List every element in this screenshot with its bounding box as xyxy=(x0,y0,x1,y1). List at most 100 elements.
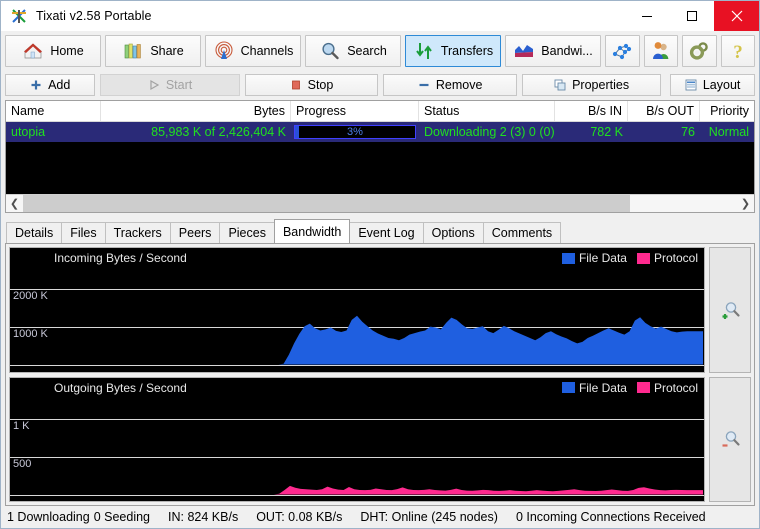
cell-bs-out: 76 xyxy=(628,122,700,142)
column-header-priority[interactable]: Priority xyxy=(700,101,754,121)
toolbar-label-bandwidth: Bandwi... xyxy=(541,44,592,58)
layout-icon xyxy=(685,79,697,91)
toolbar-button-search[interactable]: Search xyxy=(305,35,401,67)
gears-icon xyxy=(688,40,710,62)
column-header-bs-in[interactable]: B/s IN xyxy=(555,101,628,121)
properties-button[interactable]: Properties xyxy=(522,74,661,96)
incoming-zoom-button[interactable] xyxy=(709,247,751,373)
table-row[interactable]: utopia 85,983 K of 2,426,404 K 3% Downlo… xyxy=(6,122,754,142)
status-incoming: 0 Incoming Connections Received xyxy=(516,510,710,524)
legend-item-protocol: Protocol xyxy=(637,251,698,265)
bandwidth-pane: Incoming Bytes / Second File Data Protoc… xyxy=(5,243,755,506)
incoming-ytick-1000k: 1000 K xyxy=(13,328,48,340)
legend-swatch-file-data xyxy=(562,382,575,393)
tab-pieces[interactable]: Pieces xyxy=(219,222,275,243)
tab-trackers[interactable]: Trackers xyxy=(105,222,171,243)
status-in-rate: IN: 824 KB/s xyxy=(168,510,242,524)
toolbar-label-home: Home xyxy=(50,44,83,58)
toolbar-button-share[interactable]: Share xyxy=(105,35,201,67)
network-nodes-icon xyxy=(611,40,633,62)
outgoing-chart: Outgoing Bytes / Second File Data Protoc… xyxy=(9,377,705,503)
toolbar-button-users[interactable] xyxy=(644,35,679,67)
transfer-list-hscrollbar[interactable]: ❮ ❯ xyxy=(6,194,754,212)
stop-square-icon xyxy=(290,79,302,91)
outgoing-ytick-500: 500 xyxy=(13,458,31,470)
status-dht: DHT: Online (245 nodes) xyxy=(360,510,502,524)
minimize-icon xyxy=(641,10,653,22)
hscrollbar-track[interactable] xyxy=(23,195,737,212)
maximize-button[interactable] xyxy=(669,1,714,31)
tixati-main-window: Tixati v2.58 Portable xyxy=(0,0,760,529)
transfer-list-body[interactable]: utopia 85,983 K of 2,426,404 K 3% Downlo… xyxy=(6,122,754,194)
toolbar-button-help[interactable]: ? xyxy=(721,35,756,67)
tab-files[interactable]: Files xyxy=(61,222,105,243)
toolbar-button-channels[interactable]: Channels xyxy=(205,35,301,67)
incoming-chart-legend: File Data Protocol xyxy=(562,251,698,265)
layout-button[interactable]: Layout xyxy=(670,74,755,96)
cell-priority: Normal xyxy=(700,122,754,142)
tab-options[interactable]: Options xyxy=(423,222,484,243)
outgoing-chart-plot xyxy=(10,378,704,502)
toolbar-button-bandwidth[interactable]: Bandwi... xyxy=(505,35,601,67)
minimize-button[interactable] xyxy=(624,1,669,31)
stop-label: Stop xyxy=(308,78,334,92)
chevron-right-icon[interactable]: ❯ xyxy=(737,195,754,212)
add-button[interactable]: Add xyxy=(5,74,95,96)
remove-button[interactable]: Remove xyxy=(383,74,517,96)
outgoing-zoom-button[interactable] xyxy=(709,377,751,503)
plus-icon xyxy=(30,79,42,91)
tab-bandwidth[interactable]: Bandwidth xyxy=(274,219,350,243)
column-header-bytes[interactable]: Bytes xyxy=(101,101,291,121)
incoming-chart: Incoming Bytes / Second File Data Protoc… xyxy=(9,247,705,373)
incoming-chart-title: Incoming Bytes / Second xyxy=(54,251,187,265)
toolbar-label-share: Share xyxy=(150,44,183,58)
incoming-ytick-2000k: 2000 K xyxy=(13,290,48,302)
progress-bar-label: 3% xyxy=(295,126,415,138)
toolbar-button-home[interactable]: Home xyxy=(5,35,101,67)
column-header-status[interactable]: Status xyxy=(419,101,555,121)
column-header-bs-out[interactable]: B/s OUT xyxy=(628,101,700,121)
svg-text:?: ? xyxy=(733,42,743,62)
incoming-chart-plot xyxy=(10,248,704,372)
zoom-in-icon xyxy=(718,298,742,322)
books-icon xyxy=(122,40,144,62)
column-header-progress[interactable]: Progress xyxy=(291,101,419,121)
hscrollbar-thumb[interactable] xyxy=(23,195,630,212)
zoom-out-icon xyxy=(718,427,742,451)
cell-name: utopia xyxy=(6,122,101,142)
stop-button[interactable]: Stop xyxy=(245,74,379,96)
tab-comments[interactable]: Comments xyxy=(483,222,561,243)
start-label: Start xyxy=(166,78,192,92)
outgoing-chart-legend: File Data Protocol xyxy=(562,381,698,395)
tab-details[interactable]: Details xyxy=(6,222,62,243)
cell-bytes: 85,983 K of 2,426,404 K xyxy=(101,122,291,142)
legend-swatch-file-data xyxy=(562,253,575,264)
legend-swatch-protocol xyxy=(637,253,650,264)
close-button[interactable] xyxy=(714,1,759,31)
window-title: Tixati v2.58 Portable xyxy=(36,9,152,23)
tab-event-log[interactable]: Event Log xyxy=(349,222,423,243)
cell-bs-in: 782 K xyxy=(555,122,628,142)
legend-item-file-data: File Data xyxy=(562,381,627,395)
properties-label: Properties xyxy=(572,78,629,92)
status-seeding: 0 Seeding xyxy=(94,510,154,524)
tab-peers[interactable]: Peers xyxy=(170,222,221,243)
properties-icon xyxy=(554,79,566,91)
toolbar-button-network[interactable] xyxy=(605,35,640,67)
toolbar-label-search: Search xyxy=(347,44,387,58)
chevron-left-icon[interactable]: ❮ xyxy=(6,195,23,212)
start-button[interactable]: Start xyxy=(100,74,239,96)
legend-label-protocol: Protocol xyxy=(654,251,698,265)
column-header-name[interactable]: Name xyxy=(6,101,101,121)
magnifier-icon xyxy=(319,40,341,62)
toolbar-button-transfers[interactable]: Transfers xyxy=(405,35,501,67)
progress-bar: 3% xyxy=(294,125,416,139)
bandwidth-graph-icon xyxy=(513,40,535,62)
legend-swatch-protocol xyxy=(637,382,650,393)
outgoing-ytick-1k: 1 K xyxy=(13,420,30,432)
outgoing-chart-row: Outgoing Bytes / Second File Data Protoc… xyxy=(9,377,751,503)
toolbar-button-settings[interactable] xyxy=(682,35,717,67)
arrows-up-down-icon xyxy=(413,40,435,62)
layout-label: Layout xyxy=(703,78,741,92)
maximize-icon xyxy=(686,10,698,22)
